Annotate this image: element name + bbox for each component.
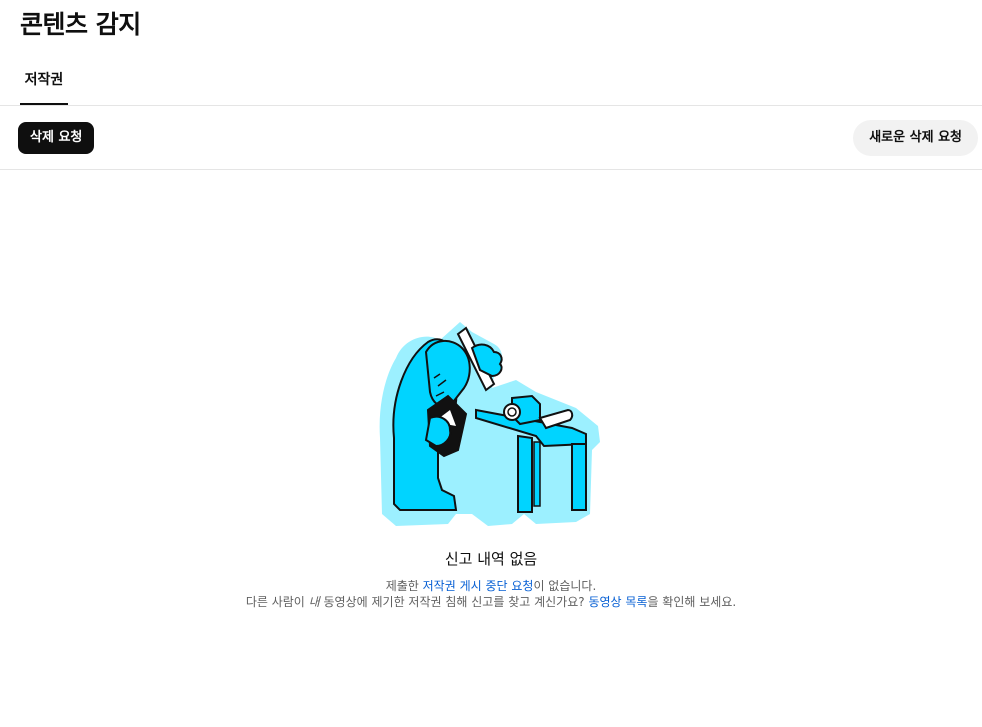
line1-suffix: 이 없습니다. [533,579,597,593]
empty-state-title: 신고 내역 없음 [444,550,538,568]
content-detection-page: 콘텐츠 감지 저작권 삭제 요청 새로운 삭제 요청 신고 내역 없음 제출한 … [0,0,982,727]
line2-middle: 동영상에 제기한 저작권 침해 신고를 찾고 계신가요? [319,595,589,609]
line2-prefix: 다른 사람이 [245,595,309,609]
person-inspecting-camera-with-magnifier-illustration [376,318,606,528]
line1-prefix: 제출한 [385,579,423,593]
line2-suffix: 을 확인해 보세요. [647,595,737,609]
empty-state-line-1: 제출한 저작권 게시 중단 요청이 없습니다. [0,578,982,594]
toolbar: 삭제 요청 새로운 삭제 요청 [0,106,982,170]
line2-italic: 내 [308,595,320,609]
tab-copyright[interactable]: 저작권 [20,58,68,105]
removal-requests-filter-chip[interactable]: 삭제 요청 [18,122,95,154]
new-removal-request-button[interactable]: 새로운 삭제 요청 [853,120,978,156]
video-list-link[interactable]: 동영상 목록 [588,595,647,609]
tab-bar: 저작권 [0,58,982,106]
copyright-takedown-request-link[interactable]: 저작권 게시 중단 요청 [423,579,534,593]
page-title: 콘텐츠 감지 [20,10,141,39]
empty-state-line-2: 다른 사람이 내 동영상에 제기한 저작권 침해 신고를 찾고 계신가요? 동영… [0,594,982,610]
